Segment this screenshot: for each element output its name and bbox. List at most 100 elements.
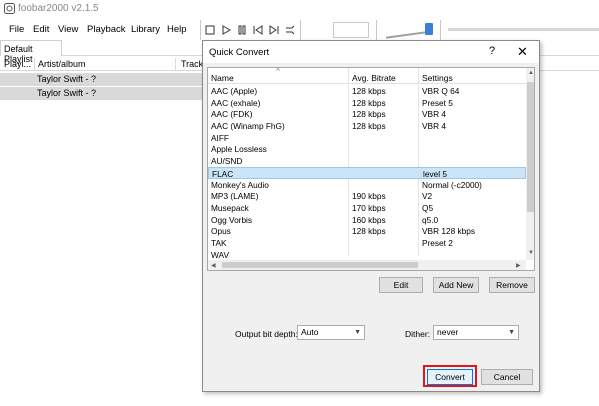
format-row[interactable]: AIFF: [208, 132, 526, 144]
format-name: AAC (exhale): [211, 97, 261, 108]
dialog-titlebar: Quick Convert ? ✕: [203, 41, 539, 63]
toolbar: [200, 20, 599, 40]
dither-value: never: [437, 327, 459, 337]
format-name: AAC (FDK): [211, 109, 253, 120]
format-settings: V2: [422, 191, 433, 202]
format-name: AAC (Apple): [211, 86, 258, 96]
app-title: foobar2000 v2.1.5: [18, 3, 99, 14]
format-settings: Preset 2: [422, 237, 453, 248]
horizontal-scrollbar[interactable]: ◀ ▶: [208, 260, 526, 270]
pause-icon[interactable]: [236, 24, 248, 36]
format-list[interactable]: ˄ Name Avg. Bitrate Settings AAC (Apple)…: [207, 67, 535, 271]
vertical-scrollbar[interactable]: ▲ ▼: [526, 68, 534, 260]
format-settings: Q5: [422, 202, 434, 213]
format-list-header: ˄ Name Avg. Bitrate Settings: [208, 68, 526, 84]
format-bitrate: 128 kbps: [352, 97, 386, 108]
scroll-right-icon[interactable]: ▶: [516, 262, 521, 269]
format-row[interactable]: AAC (exhale) 128 kbps Preset 5: [208, 97, 526, 109]
scroll-down-icon[interactable]: ▼: [528, 250, 534, 256]
format-row[interactable]: Monkey's Audio Normal (-c2000): [208, 179, 526, 191]
output-bit-depth-label: Output bit depth:: [235, 329, 298, 339]
column-divider[interactable]: [175, 58, 176, 70]
format-row[interactable]: AAC (Apple) 128 kbps VBR Q 64: [208, 85, 526, 97]
format-row[interactable]: AU/SND: [208, 155, 526, 167]
format-bitrate: 128 kbps: [352, 109, 386, 120]
app-titlebar: foobar2000 v2.1.5: [0, 0, 599, 18]
playlist-artist-album: Taylor Swift - ?: [37, 74, 97, 84]
header-divider[interactable]: [348, 68, 349, 84]
menu-view[interactable]: View: [58, 24, 78, 35]
format-row[interactable]: AAC (FDK) 128 kbps VBR 4: [208, 108, 526, 120]
toolbar-separator: [300, 20, 301, 40]
format-row[interactable]: AAC (Winamp FhG) 128 kbps VBR 4: [208, 120, 526, 132]
format-settings: q5.0: [422, 214, 439, 225]
format-name: AAC (Winamp FhG): [211, 121, 285, 132]
convert-button[interactable]: Convert: [427, 369, 473, 385]
column-artist-album[interactable]: Artist/album: [38, 59, 86, 69]
volume-track[interactable]: [386, 31, 426, 39]
format-row-selected[interactable]: FLAC level 5: [208, 166, 526, 179]
cancel-button[interactable]: Cancel: [481, 369, 533, 385]
chevron-down-icon: ▼: [508, 329, 515, 336]
help-icon[interactable]: ?: [489, 45, 495, 57]
format-row[interactable]: TAK Preset 2: [208, 237, 526, 249]
play-icon[interactable]: [220, 24, 232, 36]
format-row[interactable]: Opus 128 kbps VBR 128 kbps: [208, 225, 526, 237]
menu-file[interactable]: File: [9, 24, 24, 35]
format-bitrate: 128 kbps: [352, 226, 386, 237]
format-name: Opus: [211, 226, 231, 237]
format-row[interactable]: Musepack 170 kbps Q5: [208, 202, 526, 214]
format-bitrate: 128 kbps: [352, 86, 386, 96]
format-name: Ogg Vorbis: [211, 214, 253, 225]
output-bit-depth-value: Auto: [301, 327, 319, 337]
header-avg-bitrate[interactable]: Avg. Bitrate: [352, 73, 396, 83]
playlist-row[interactable]: Taylor Swift - ?: [0, 87, 210, 100]
tab-default-playlist[interactable]: Default Playlist: [0, 40, 62, 64]
playlist-artist-album: Taylor Swift - ?: [37, 88, 97, 98]
format-settings: Preset 5: [422, 97, 453, 108]
next-icon[interactable]: [268, 24, 280, 36]
format-settings: VBR Q 64: [422, 86, 460, 96]
vertical-scroll-thumb[interactable]: [527, 82, 534, 212]
format-row[interactable]: MP3 (LAME) 190 kbps V2: [208, 190, 526, 202]
format-bitrate: 160 kbps: [352, 214, 386, 225]
column-divider[interactable]: [34, 58, 35, 70]
chevron-down-icon: ▼: [354, 329, 361, 336]
scroll-left-icon[interactable]: ◀: [211, 262, 216, 269]
menu-playback[interactable]: Playback: [87, 24, 126, 35]
previous-icon[interactable]: [252, 24, 264, 36]
add-new-button[interactable]: Add New: [433, 277, 479, 293]
close-icon[interactable]: ✕: [517, 44, 528, 60]
menu-library[interactable]: Library: [131, 24, 160, 35]
scroll-up-icon[interactable]: ▲: [528, 70, 534, 76]
format-settings: VBR 4: [422, 109, 446, 120]
playlist-row[interactable]: Taylor Swift - ?: [0, 73, 210, 86]
horizontal-scroll-thumb[interactable]: [222, 262, 418, 268]
format-bitrate: 128 kbps: [352, 121, 386, 132]
format-name: AU/SND: [211, 156, 243, 167]
format-bitrate: 170 kbps: [352, 202, 386, 213]
format-rows: AAC (Apple) 128 kbps VBR Q 64 AAC (exhale)…: [208, 85, 526, 260]
header-name[interactable]: Name: [211, 73, 234, 83]
output-bit-depth-select[interactable]: Auto ▼: [297, 325, 365, 340]
format-settings: VBR 128 kbps: [422, 226, 476, 237]
playback-order-box[interactable]: [333, 22, 369, 38]
format-row[interactable]: Ogg Vorbis 160 kbps q5.0: [208, 214, 526, 226]
format-name: Monkey's Audio: [211, 179, 269, 190]
column-playing[interactable]: Playi...: [4, 59, 31, 69]
column-track[interactable]: Track: [181, 59, 203, 69]
seek-bar[interactable]: [448, 28, 599, 31]
dither-select[interactable]: never ▼: [433, 325, 519, 340]
menu-edit[interactable]: Edit: [33, 24, 49, 35]
format-name: WAV: [211, 249, 229, 260]
header-divider[interactable]: [418, 68, 419, 84]
edit-button[interactable]: Edit: [379, 277, 423, 293]
volume-slider-thumb[interactable]: [425, 23, 433, 35]
random-icon[interactable]: [284, 24, 296, 36]
stop-icon[interactable]: [204, 24, 216, 36]
format-row[interactable]: WAV: [208, 249, 526, 261]
menu-help[interactable]: Help: [167, 24, 187, 35]
header-settings[interactable]: Settings: [422, 73, 453, 83]
remove-button[interactable]: Remove: [489, 277, 535, 293]
format-row[interactable]: Apple Lossless: [208, 143, 526, 155]
